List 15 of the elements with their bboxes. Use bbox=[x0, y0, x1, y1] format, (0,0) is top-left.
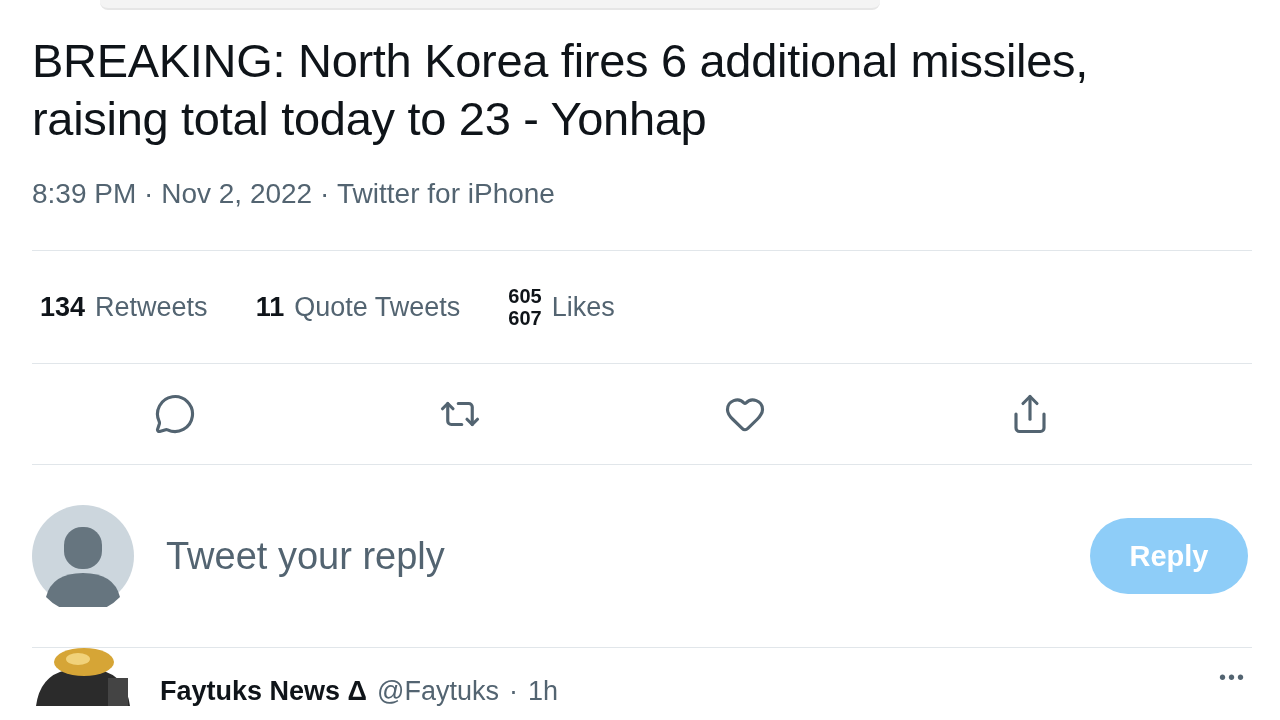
comment-icon[interactable] bbox=[153, 393, 196, 435]
separator-dot: · bbox=[508, 676, 518, 706]
author-handle[interactable]: @Faytuks bbox=[377, 676, 499, 706]
tweet-date[interactable]: Nov 2, 2022 bbox=[161, 178, 313, 210]
avatar-icon bbox=[32, 505, 134, 607]
tweet-time[interactable]: 8:39 PM bbox=[32, 178, 137, 210]
stat-link[interactable]: 134 Retweets bbox=[40, 291, 208, 323]
separator-dot: · bbox=[318, 178, 331, 210]
tweet-text: BREAKING: North Korea fires 6 additional missiles, raising total today to 23 - Yonhap bbox=[32, 33, 1089, 147]
tweet-source: Twitter for iPhone bbox=[337, 178, 555, 210]
stat-link[interactable]: 11 Quote Tweets bbox=[255, 291, 461, 323]
separator-dot: · bbox=[143, 178, 155, 210]
more-button[interactable]: ••• bbox=[1219, 665, 1246, 689]
author-name[interactable]: Faytuks News Δ bbox=[160, 676, 367, 706]
tweet-age: 1h bbox=[527, 676, 558, 706]
